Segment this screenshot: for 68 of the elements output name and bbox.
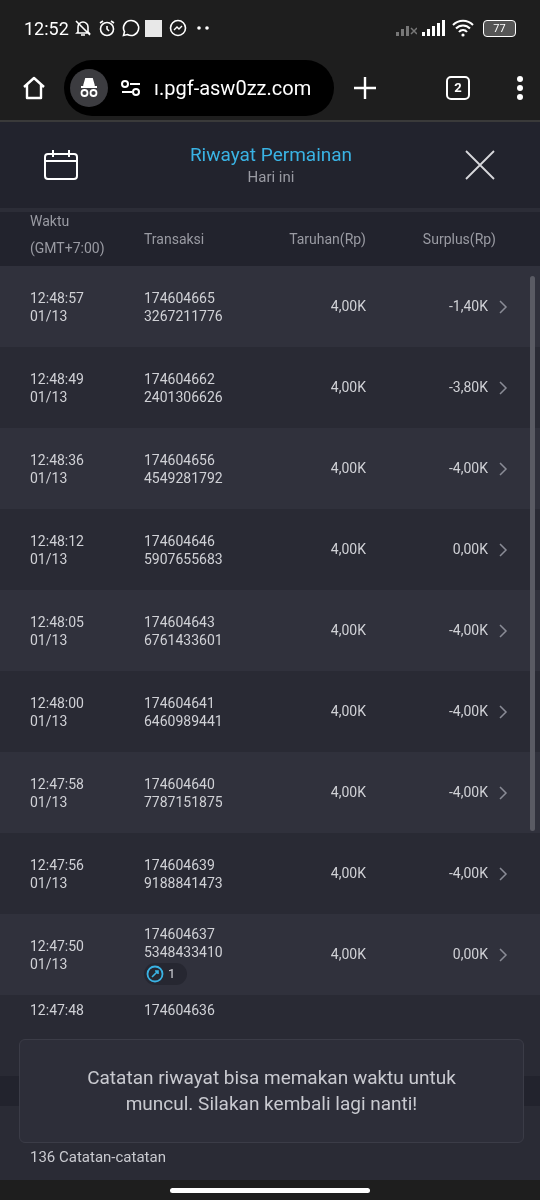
bet-amount: 4,00K <box>329 783 366 802</box>
bet-amount: 4,00K <box>329 702 366 721</box>
time-text: 12:48:00 <box>30 693 85 712</box>
transaction-id: 174604637 <box>144 924 215 943</box>
time-text: 12:48:12 <box>30 531 85 550</box>
bet-amount: 4,00K <box>329 459 366 478</box>
bet-amount: 4,00K <box>329 864 366 883</box>
column-header: Waktu (GMT+7:00) <box>30 212 106 259</box>
surplus-amount: -1,40K <box>448 297 488 316</box>
battery-indicator: 77 <box>483 19 516 37</box>
transaction-id: 2401306626 <box>144 387 223 406</box>
surplus-amount: 0,00K <box>451 540 488 559</box>
time-text: 12:47:56 <box>30 855 85 874</box>
surplus-amount: -3,80K <box>448 378 488 397</box>
page-subtitle: Hari ini <box>247 167 295 187</box>
date-text: 01/13 <box>30 954 69 973</box>
transaction-id: 174604665 <box>144 288 215 307</box>
bet-amount: 4,00K <box>329 378 366 397</box>
transaction-id: 3267211776 <box>144 306 223 325</box>
transaction-id: 174604639 <box>144 855 215 874</box>
surplus-amount: -4,00K <box>448 621 488 640</box>
date-text: 01/13 <box>30 306 69 325</box>
date-text: 01/13 <box>30 549 69 568</box>
surplus-amount: -4,00K <box>448 702 488 721</box>
transaction-id: 6460989441 <box>144 711 223 730</box>
transaction-id: 174604641 <box>144 693 215 712</box>
time-text: 12:48:36 <box>30 450 85 469</box>
date-text: 01/13 <box>30 387 69 406</box>
column-header: Surplus(Rp) <box>421 229 496 250</box>
column-header: Taruhan(Rp) <box>288 229 366 250</box>
transaction-id: 6761433601 <box>144 630 223 649</box>
transaction-id: 5907655683 <box>144 549 223 568</box>
bet-amount: 4,00K <box>329 945 366 964</box>
bet-amount: 4,00K <box>329 540 366 559</box>
time-text: 12:48:57 <box>30 288 85 307</box>
time-text: 12:47:58 <box>30 774 85 793</box>
transaction-id: 174604643 <box>144 612 215 631</box>
time-text: 12:48:49 <box>30 369 85 388</box>
surplus-amount: -4,00K <box>448 783 488 802</box>
clock-time: 12:52 <box>24 16 69 41</box>
surplus-amount: -4,00K <box>448 459 488 478</box>
date-text: 01/13 <box>30 873 69 892</box>
record-count: 136 Catatan-catatan <box>30 1146 166 1168</box>
info-toast: Catatan riwayat bisa memakan waktu untuk muncul. Silakan kembali lagi nanti! <box>19 1039 524 1143</box>
transaction-id: 174604656 <box>144 450 215 469</box>
time-text: 12:47:50 <box>30 936 85 955</box>
date-text: 01/13 <box>30 711 69 730</box>
transaction-id: 174604636 <box>144 1001 215 1019</box>
transaction-id: 174604640 <box>144 774 215 793</box>
transaction-id: 4549281792 <box>144 468 223 487</box>
time-text: 12:48:05 <box>30 612 85 631</box>
transaction-id: 7787151875 <box>144 792 223 811</box>
transaction-id: 174604662 <box>144 369 215 388</box>
date-text: 01/13 <box>30 468 69 487</box>
surplus-amount: -4,00K <box>448 864 488 883</box>
bet-amount: 4,00K <box>329 621 366 640</box>
bet-amount: 4,00K <box>329 297 366 316</box>
time-text: 12:47:48 <box>30 1001 85 1019</box>
column-header: Transaksi <box>144 229 206 249</box>
page-title: Riwayat Permainan <box>189 143 353 167</box>
url-text: ı.pgf-asw0zz.com <box>154 75 312 102</box>
transaction-id: 174604646 <box>144 531 215 550</box>
transaction-id: 9188841473 <box>144 873 223 892</box>
date-text: 01/13 <box>30 792 69 811</box>
surplus-amount: 0,00K <box>451 945 488 964</box>
transaction-id: 5348433410 <box>144 942 223 961</box>
date-text: 01/13 <box>30 630 69 649</box>
link-badge: 1 <box>144 962 188 985</box>
